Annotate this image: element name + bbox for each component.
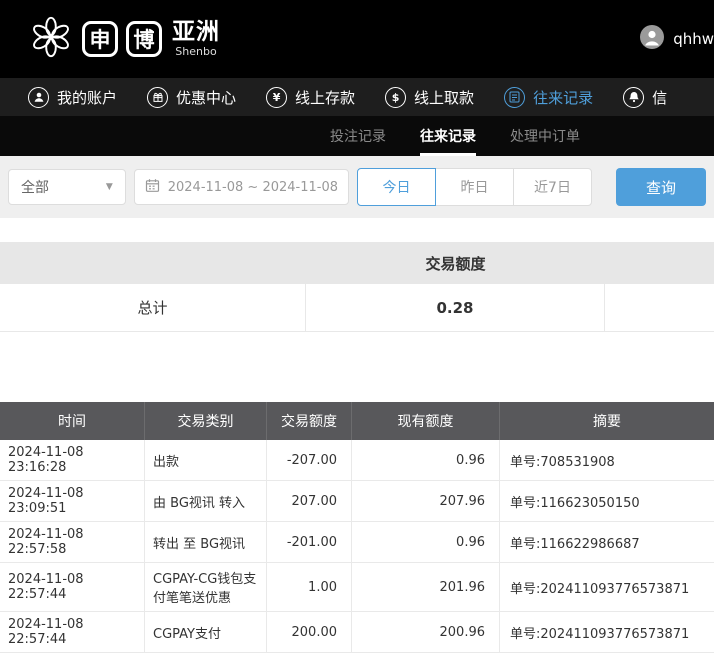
cell-summary: 单号:202411093776573871 [500,612,714,652]
yesterday-button[interactable]: 昨日 [435,168,514,206]
cell-summary: 单号:116622986687 [500,522,714,562]
cell-amount: -207.00 [267,440,352,480]
transactions-table: 时间 交易类别 交易额度 现有额度 摘要 2024-11-08 23:16:28… [0,402,714,653]
nav-item-messages[interactable]: 信 [623,87,667,108]
logo-char-shen: 申 [82,21,118,57]
bell-icon [623,87,644,108]
cell-time: 2024-11-08 22:57:58 [0,522,145,562]
cell-amount: -201.00 [267,522,352,562]
nav-item-label: 线上取款 [414,87,474,108]
summary-empty-cell [605,284,714,331]
nav-item-label: 我的账户 [57,87,117,108]
nav-item-label: 优惠中心 [176,87,236,108]
summary-total-label: 总计 [0,284,306,331]
filter-bar: 全部 ▼ 2024-11-08 ~ 2024-11-08 今日 昨日 近7日 查… [0,156,714,218]
col-header-summary: 摘要 [500,402,714,440]
summary-total-value: 0.28 [306,284,605,331]
user-icon [28,87,49,108]
table-row: 2024-11-08 22:57:44 CGPAY支付 200.00 200.9… [0,612,714,653]
cell-type: 出款 [145,440,267,480]
cell-type: 由 BG视讯 转入 [145,481,267,521]
brand-region-en: Shenbo [172,45,220,58]
last7days-button[interactable]: 近7日 [513,168,592,206]
withdraw-money-icon: $ [385,87,406,108]
nav-item-label: 信 [652,87,667,108]
records-icon [504,87,525,108]
logo-char-bo: 博 [126,21,162,57]
calendar-icon [145,178,160,197]
flower-logo-icon [28,14,74,64]
col-header-amount: 交易额度 [267,402,352,440]
col-header-type: 交易类别 [145,402,267,440]
nav-item-transaction-records[interactable]: 往来记录 [504,87,593,108]
tab-processing-orders[interactable]: 处理中订单 [510,116,580,156]
cell-balance: 200.96 [352,612,500,652]
avatar-icon [639,24,665,54]
transaction-records-page: { "colors": { "accent": "#4f9fdb", "topb… [0,0,714,625]
search-button[interactable]: 查询 [616,168,706,206]
summary-amount-header: 交易额度 [306,253,605,274]
today-button[interactable]: 今日 [357,168,436,206]
cell-summary: 单号:202411093776573871 [500,563,714,611]
main-nav: 我的账户 优惠中心 ¥ 线上存款 $ 线上取款 往来记录 [0,78,714,116]
tab-betting-records[interactable]: 投注记录 [330,116,386,156]
category-selected-value: 全部 [21,177,49,197]
cell-time: 2024-11-08 23:16:28 [0,440,145,480]
cell-type: CGPAY支付 [145,612,267,652]
cell-amount: 1.00 [267,563,352,611]
nav-item-promotions[interactable]: 优惠中心 [147,87,236,108]
cell-type: CGPAY-CG钱包支付笔笔送优惠 [145,563,267,611]
tab-transaction-records[interactable]: 往来记录 [420,116,476,156]
nav-item-label: 往来记录 [533,87,593,108]
chevron-down-icon: ▼ [106,182,113,192]
nav-item-deposit[interactable]: ¥ 线上存款 [266,87,355,108]
cell-balance: 201.96 [352,563,500,611]
transactions-table-header: 时间 交易类别 交易额度 现有额度 摘要 [0,402,714,440]
summary-table-header: 交易额度 [0,242,714,284]
brand-region-cn: 亚洲 [172,20,220,45]
top-header: 申 博 亚洲 Shenbo qhhw [0,0,714,78]
cell-time: 2024-11-08 22:57:44 [0,563,145,611]
table-row: 2024-11-08 23:16:28 出款 -207.00 0.96 单号:7… [0,440,714,481]
brand-region: 亚洲 Shenbo [172,20,220,58]
summary-table: 交易额度 总计 0.28 [0,242,714,332]
nav-item-my-account[interactable]: 我的账户 [28,87,117,108]
gift-icon [147,87,168,108]
sub-nav: 投注记录 往来记录 处理中订单 [0,116,714,156]
col-header-time: 时间 [0,402,145,440]
summary-total-row: 总计 0.28 [0,284,714,332]
date-range-value: 2024-11-08 ~ 2024-11-08 [168,180,338,195]
nav-item-withdraw[interactable]: $ 线上取款 [385,87,474,108]
cell-balance: 0.96 [352,440,500,480]
cell-amount: 200.00 [267,612,352,652]
cell-balance: 207.96 [352,481,500,521]
deposit-coin-icon: ¥ [266,87,287,108]
table-row: 2024-11-08 23:09:51 由 BG视讯 转入 207.00 207… [0,481,714,522]
date-range-picker[interactable]: 2024-11-08 ~ 2024-11-08 [134,169,349,205]
cell-balance: 0.96 [352,522,500,562]
cell-time: 2024-11-08 22:57:44 [0,612,145,652]
nav-item-label: 线上存款 [295,87,355,108]
date-shortcut-group: 今日 昨日 近7日 [357,168,592,206]
cell-time: 2024-11-08 23:09:51 [0,481,145,521]
category-select[interactable]: 全部 ▼ [8,169,126,205]
table-row: 2024-11-08 22:57:58 转出 至 BG视讯 -201.00 0.… [0,522,714,563]
col-header-balance: 现有额度 [352,402,500,440]
cell-summary: 单号:116623050150 [500,481,714,521]
cell-summary: 单号:708531908 [500,440,714,480]
table-row: 2024-11-08 22:57:44 CGPAY-CG钱包支付笔笔送优惠 1.… [0,563,714,612]
cell-amount: 207.00 [267,481,352,521]
cell-type: 转出 至 BG视讯 [145,522,267,562]
user-account-area[interactable]: qhhw [639,24,714,54]
username-label: qhhw [673,30,714,48]
